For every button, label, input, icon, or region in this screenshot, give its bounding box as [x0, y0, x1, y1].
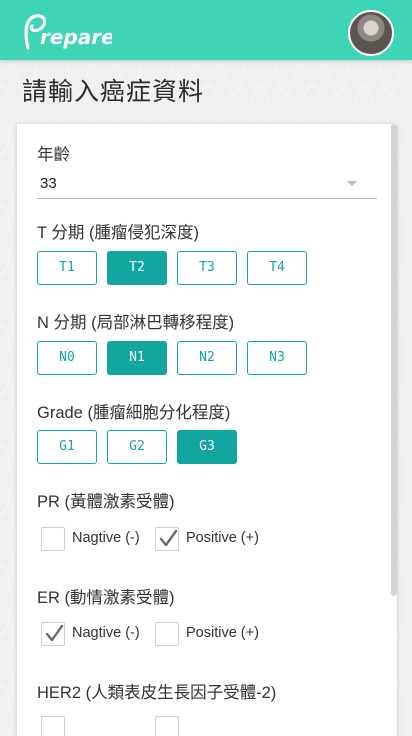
- t-stage-option-t3[interactable]: T3: [177, 251, 237, 285]
- her2-positive-checkbox[interactable]: [155, 716, 179, 736]
- app-bar: repare: [0, 0, 412, 60]
- grade-option-g3[interactable]: G3: [177, 430, 237, 464]
- age-select-underline: [37, 198, 377, 199]
- grade-option-g2[interactable]: G2: [107, 430, 167, 464]
- svg-text:repare: repare: [40, 25, 112, 49]
- her2-negative-checkbox[interactable]: [41, 716, 65, 736]
- er-negative-label: Nagtive (-): [72, 625, 140, 641]
- pr-negative-checkbox[interactable]: [41, 527, 65, 551]
- pr-label: PR (黃體激素受體): [37, 493, 175, 511]
- er-label: ER (動情激素受體): [37, 589, 175, 607]
- n-stage-option-n2[interactable]: N2: [177, 341, 237, 375]
- checkmark-icon: [159, 529, 178, 547]
- checkmark-icon: [45, 624, 64, 642]
- user-avatar[interactable]: [348, 10, 394, 56]
- er-negative-checkbox[interactable]: [41, 622, 65, 646]
- t-stage-label: T 分期 (腫瘤侵犯深度): [37, 224, 199, 242]
- page-title: 請輸入癌症資料: [22, 77, 205, 106]
- chevron-down-icon[interactable]: [347, 181, 357, 186]
- prepare-logo[interactable]: repare: [22, 10, 112, 52]
- t-stage-option-t4[interactable]: T4: [247, 251, 307, 285]
- n-stage-option-n3[interactable]: N3: [247, 341, 307, 375]
- n-stage-option-n1[interactable]: N1: [107, 341, 167, 375]
- pr-positive-label: Positive (+): [186, 530, 259, 546]
- grade-label: Grade (腫瘤細胞分化程度): [37, 404, 231, 422]
- age-select-value[interactable]: 33: [40, 175, 57, 192]
- t-stage-option-t1[interactable]: T1: [37, 251, 97, 285]
- n-stage-option-n0[interactable]: N0: [37, 341, 97, 375]
- grade-option-g1[interactable]: G1: [37, 430, 97, 464]
- age-label: 年齡: [37, 146, 70, 164]
- n-stage-label: N 分期 (局部淋巴轉移程度): [37, 314, 235, 332]
- scrollbar[interactable]: [391, 124, 397, 596]
- t-stage-option-t2[interactable]: T2: [107, 251, 167, 285]
- her2-label: HER2 (人類表皮生長因子受體-2): [37, 684, 277, 702]
- pr-negative-label: Nagtive (-): [72, 530, 140, 546]
- pr-positive-checkbox[interactable]: [155, 527, 179, 551]
- er-positive-label: Positive (+): [186, 625, 259, 641]
- er-positive-checkbox[interactable]: [155, 622, 179, 646]
